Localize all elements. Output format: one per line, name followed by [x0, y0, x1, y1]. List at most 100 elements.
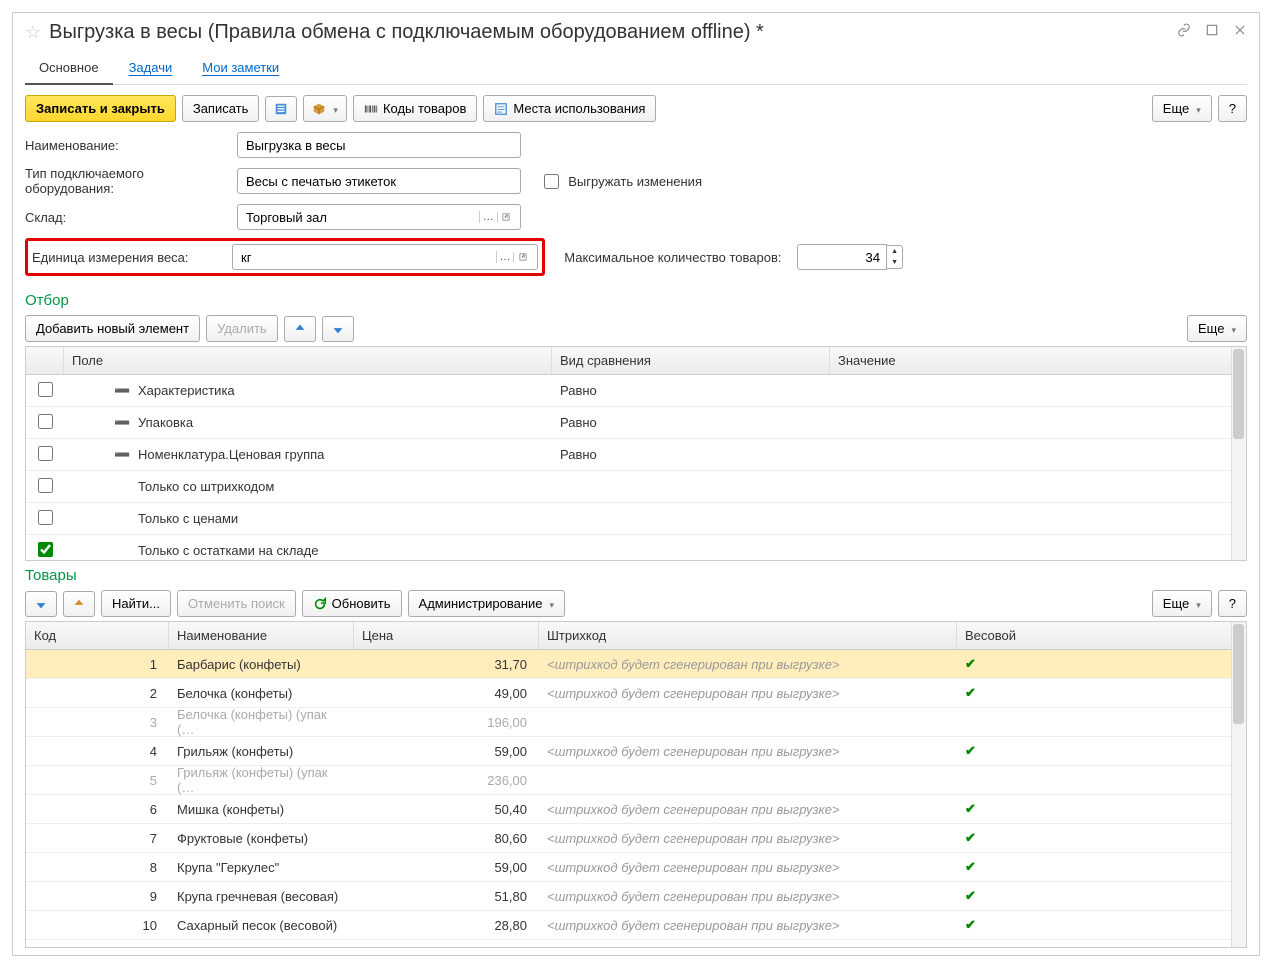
eq-label: Тип подключаемого оборудования:	[25, 166, 231, 196]
gcol-bc[interactable]: Штрихкод	[539, 622, 957, 649]
goods-row[interactable]: 6Мишка (конфеты)50,40<штрихкод будет сге…	[26, 795, 1246, 824]
goods-barcode: <штрихкод будет сгенерирован при выгрузк…	[539, 740, 957, 763]
goods-name: Мишка (конфеты)	[169, 798, 354, 821]
goods-row[interactable]: 3Белочка (конфеты) (упак (…196,00	[26, 708, 1246, 737]
filter-checkbox[interactable]	[26, 407, 64, 438]
filter-field-icon: ➖	[114, 447, 130, 463]
goods-price: 28,80	[354, 914, 539, 937]
write-button[interactable]: Записать	[182, 95, 260, 122]
name-input[interactable]	[237, 132, 521, 158]
goods-row[interactable]: 11Барбарис (конфеты), Не г…✔	[26, 940, 1246, 947]
unit-open-icon[interactable]	[513, 252, 531, 262]
goods-up-button[interactable]	[63, 591, 95, 617]
favorite-star-icon[interactable]: ☆	[25, 22, 41, 43]
filter-row[interactable]: ➖Номенклатура.Ценовая группаРавно	[26, 439, 1246, 471]
goods-weight-icon: ✔	[957, 855, 1037, 879]
write-close-button[interactable]: Записать и закрыть	[25, 95, 176, 122]
tab-tasks[interactable]: Задачи	[115, 54, 187, 84]
filter-row[interactable]: Только с ценами	[26, 503, 1246, 535]
package-dropdown-button[interactable]	[303, 95, 347, 122]
goods-weight-icon: ✔	[957, 652, 1037, 676]
goods-name: Крупа гречневая (весовая)	[169, 885, 354, 908]
filter-checkbox[interactable]	[26, 503, 64, 534]
filter-field-text: Упаковка	[138, 415, 193, 430]
gcol-price[interactable]: Цена	[354, 622, 539, 649]
filter-cmp	[552, 483, 830, 491]
filter-val	[830, 515, 1246, 523]
unit-input[interactable]: …	[232, 244, 538, 270]
goods-row[interactable]: 8Крупа "Геркулес"59,00<штрихкод будет сг…	[26, 853, 1246, 882]
filter-grid: Поле Вид сравнения Значение ➖ Характерист…	[25, 346, 1247, 561]
add-element-button[interactable]: Добавить новый элемент	[25, 315, 200, 342]
more-button-goods[interactable]: Еще	[1152, 590, 1212, 617]
goods-code: 6	[26, 798, 169, 821]
goods-barcode: <штрихкод будет сгенерирован при выгрузк…	[539, 856, 957, 879]
unit-select-dots[interactable]: …	[496, 251, 514, 263]
goods-name: Грильяж (конфеты)	[169, 740, 354, 763]
col-field[interactable]: Поле	[64, 347, 552, 374]
goods-price: 196,00	[354, 711, 539, 734]
filter-val	[830, 451, 1246, 459]
goods-barcode: <штрихкод будет сгенерирован при выгрузк…	[539, 682, 957, 705]
goods-code: 11	[26, 943, 169, 948]
filter-row[interactable]: ➖УпаковкаРавно	[26, 407, 1246, 439]
cancel-find-button[interactable]: Отменить поиск	[177, 590, 296, 617]
filter-checkbox[interactable]	[26, 439, 64, 470]
close-icon[interactable]	[1233, 23, 1247, 42]
goods-price: 59,00	[354, 740, 539, 763]
goods-price: 50,40	[354, 798, 539, 821]
filter-row[interactable]: Только со штрихкодом	[26, 471, 1246, 503]
wh-input[interactable]: …	[237, 204, 521, 230]
goods-grid: Код Наименование Цена Штрихкод Весовой 1…	[25, 621, 1247, 948]
move-down-button[interactable]	[322, 316, 354, 342]
goods-row[interactable]: 9Крупа гречневая (весовая)51,80<штрихкод…	[26, 882, 1246, 911]
delete-button[interactable]: Удалить	[206, 315, 278, 342]
goods-row[interactable]: 7Фруктовые (конфеты)80,60<штрихкод будет…	[26, 824, 1246, 853]
wh-open-icon[interactable]	[497, 212, 515, 222]
filter-checkbox[interactable]	[26, 471, 64, 502]
max-input[interactable]	[797, 244, 887, 270]
tab-main[interactable]: Основное	[25, 54, 113, 84]
filter-field-text: Характеристика	[138, 383, 235, 398]
goods-weight-icon: ✔	[957, 739, 1037, 763]
gcol-code[interactable]: Код	[26, 622, 169, 649]
link-icon[interactable]	[1177, 23, 1191, 42]
gcol-name[interactable]: Наименование	[169, 622, 354, 649]
filter-checkbox[interactable]	[26, 375, 64, 406]
filter-cmp: Равно	[552, 379, 830, 402]
move-up-button[interactable]	[284, 316, 316, 342]
codes-button[interactable]: Коды товаров	[353, 95, 477, 122]
filter-row[interactable]: Только с остатками на складе	[26, 535, 1246, 560]
gcol-wt[interactable]: Весовой	[957, 622, 1246, 649]
help-button-top[interactable]: ?	[1218, 95, 1247, 122]
tab-notes[interactable]: Мои заметки	[188, 54, 293, 84]
col-val[interactable]: Значение	[830, 347, 1246, 374]
goods-name: Белочка (конфеты) (упак (…	[169, 703, 354, 741]
goods-name: Барбарис (конфеты), Не г…	[169, 943, 354, 948]
goods-down-button[interactable]	[25, 591, 57, 617]
list-icon-button[interactable]	[265, 96, 297, 122]
filter-row[interactable]: ➖ Характеристика Равно	[26, 375, 1246, 407]
refresh-button[interactable]: Обновить	[302, 590, 402, 617]
spin-down[interactable]: ▼	[887, 257, 902, 268]
places-button[interactable]: Места использования	[483, 95, 656, 122]
find-button[interactable]: Найти...	[101, 590, 171, 617]
maximize-icon[interactable]	[1205, 23, 1219, 42]
filter-checkbox[interactable]	[26, 535, 64, 560]
spin-up[interactable]: ▲	[887, 246, 902, 257]
more-button-filter[interactable]: Еще	[1187, 315, 1247, 342]
goods-price: 236,00	[354, 769, 539, 792]
filter-cmp: Равно	[552, 443, 830, 466]
filter-field-icon: ➖	[114, 383, 130, 399]
more-button-top[interactable]: Еще	[1152, 95, 1212, 122]
goods-row[interactable]: 1Барбарис (конфеты)31,70<штрихкод будет …	[26, 650, 1246, 679]
eq-input[interactable]	[237, 168, 521, 194]
goods-row[interactable]: 5Грильяж (конфеты) (упак (…236,00	[26, 766, 1246, 795]
help-button-goods[interactable]: ?	[1218, 590, 1247, 617]
col-cmp[interactable]: Вид сравнения	[552, 347, 830, 374]
upload-changes-checkbox[interactable]: Выгружать изменения	[540, 171, 702, 192]
goods-weight-icon: ✔	[957, 797, 1037, 821]
goods-row[interactable]: 10Сахарный песок (весовой)28,80<штрихкод…	[26, 911, 1246, 940]
admin-button[interactable]: Администрирование	[408, 590, 566, 617]
wh-select-dots[interactable]: …	[479, 211, 497, 223]
